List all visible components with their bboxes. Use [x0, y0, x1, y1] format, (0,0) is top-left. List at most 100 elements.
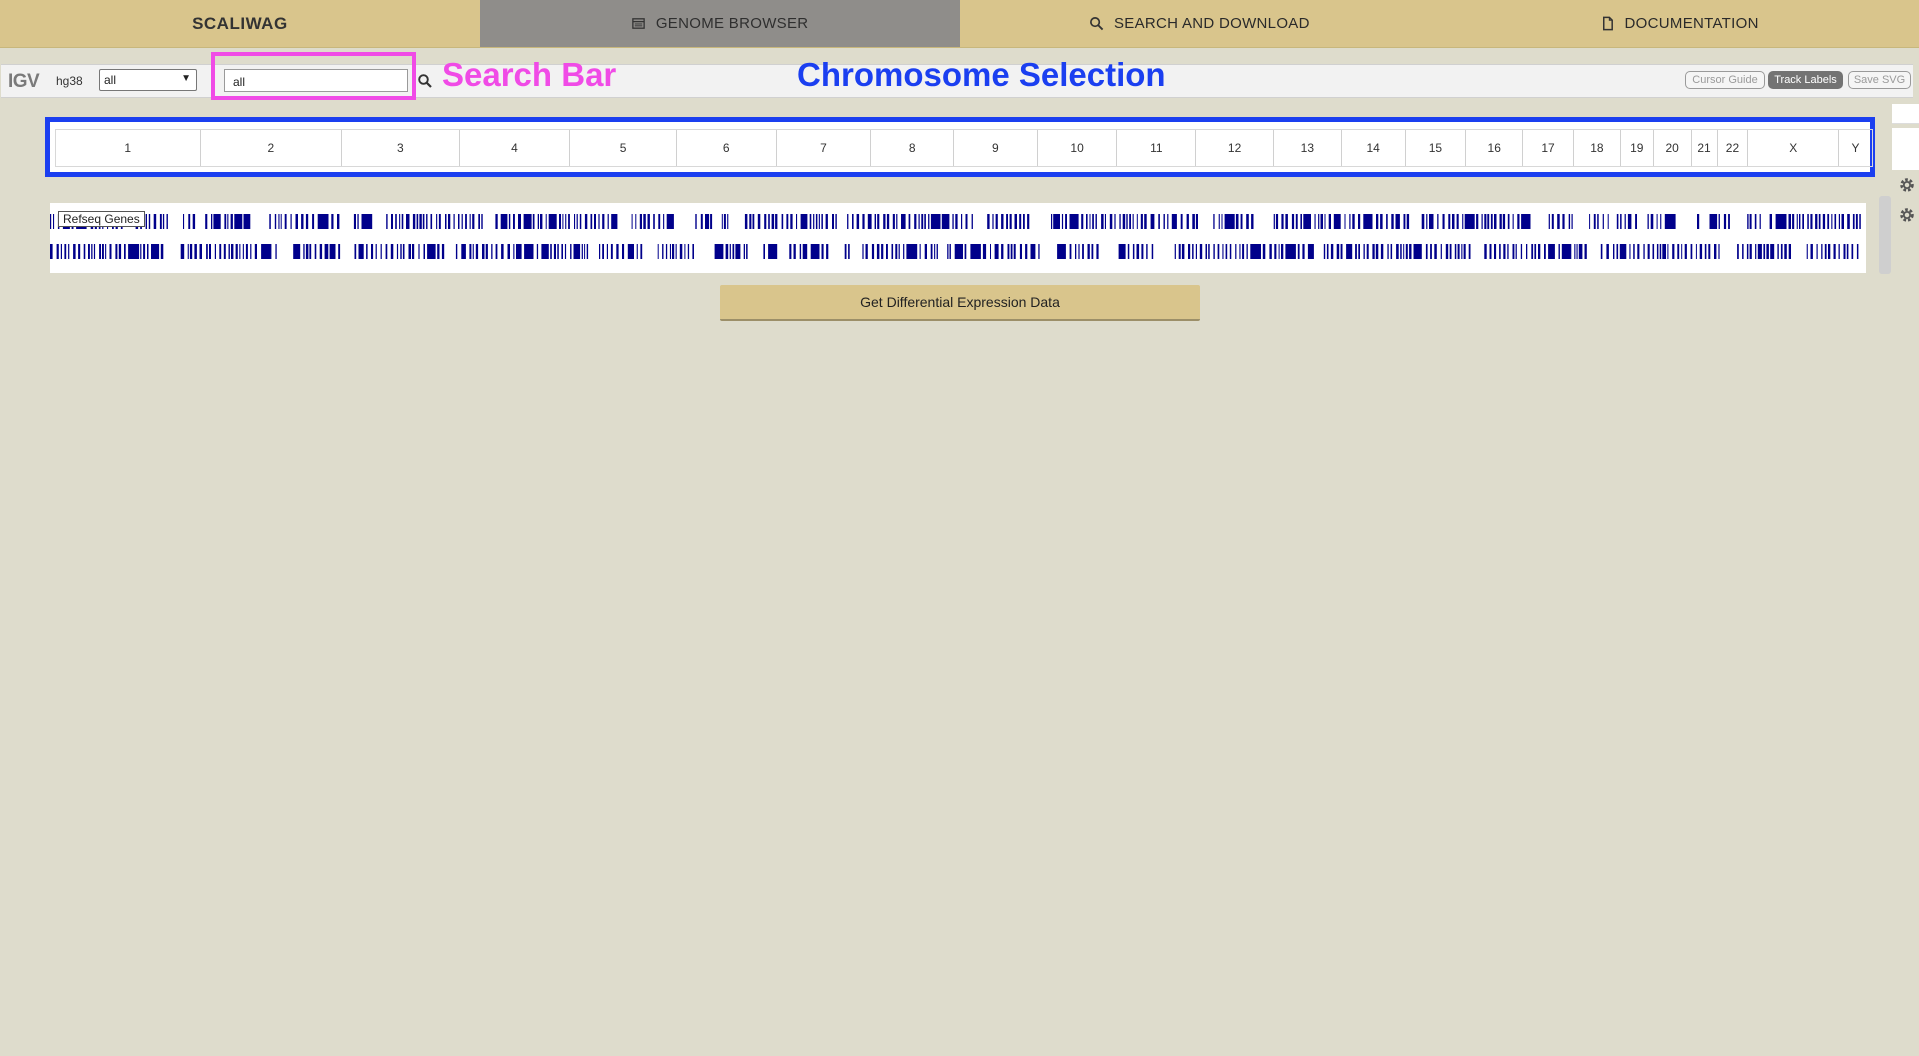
- gene-feature: [895, 244, 898, 259]
- gene-feature: [1057, 244, 1066, 259]
- gene-feature: [1437, 214, 1439, 229]
- gene-feature: [1380, 244, 1384, 259]
- gene-feature: [1320, 214, 1323, 229]
- chromosome-1[interactable]: 1: [56, 130, 201, 166]
- chromosome-7[interactable]: 7: [777, 130, 872, 166]
- gene-feature: [1454, 244, 1457, 259]
- gene-feature: [1606, 244, 1609, 259]
- document-icon: [1600, 16, 1615, 31]
- gene-feature: [430, 214, 433, 229]
- nav-documentation[interactable]: DOCUMENTATION: [1439, 0, 1919, 47]
- gear-icon[interactable]: [1898, 176, 1916, 194]
- gene-feature: [495, 214, 498, 229]
- nav-search-download[interactable]: SEARCH AND DOWNLOAD: [960, 0, 1440, 47]
- gene-feature: [964, 244, 967, 259]
- get-differential-expression-button[interactable]: Get Differential Expression Data: [720, 285, 1200, 321]
- gene-feature: [1150, 214, 1155, 229]
- gene-feature: [1297, 244, 1300, 259]
- chromosome-16[interactable]: 16: [1466, 130, 1524, 166]
- gene-feature: [1828, 244, 1831, 259]
- chromosome-4[interactable]: 4: [460, 130, 571, 166]
- track-scrollbar[interactable]: [1879, 196, 1891, 274]
- gene-feature: [961, 214, 963, 229]
- chromosome-11[interactable]: 11: [1117, 130, 1197, 166]
- gene-feature: [809, 214, 812, 229]
- chromosome-18[interactable]: 18: [1574, 130, 1621, 166]
- right-gutter-top: [1892, 104, 1919, 124]
- gene-feature: [1104, 214, 1106, 229]
- chromosome-Y[interactable]: Y: [1839, 130, 1872, 166]
- gene-feature: [1822, 214, 1826, 229]
- chromosome-3[interactable]: 3: [342, 130, 460, 166]
- gene-feature: [319, 244, 323, 259]
- gene-feature: [723, 214, 726, 229]
- chromosome-22[interactable]: 22: [1718, 130, 1749, 166]
- gene-feature: [847, 214, 849, 229]
- search-icon[interactable]: [417, 73, 433, 89]
- gene-feature: [1001, 244, 1004, 259]
- gene-feature: [657, 244, 659, 259]
- chromosome-10[interactable]: 10: [1038, 130, 1118, 166]
- gene-feature: [570, 244, 572, 259]
- gene-feature: [1561, 244, 1572, 259]
- gene-feature: [1489, 244, 1492, 259]
- gene-feature: [1151, 244, 1154, 259]
- gene-feature: [594, 214, 596, 229]
- chromosome-14[interactable]: 14: [1342, 130, 1406, 166]
- chromosome-12[interactable]: 12: [1196, 130, 1274, 166]
- search-icon: [1089, 16, 1104, 31]
- chromosome-6[interactable]: 6: [677, 130, 777, 166]
- gene-feature: [354, 244, 357, 259]
- gene-feature: [1456, 214, 1459, 229]
- chromosome-15[interactable]: 15: [1406, 130, 1467, 166]
- chromosome-17[interactable]: 17: [1523, 130, 1574, 166]
- gene-feature: [396, 244, 399, 259]
- gene-feature: [1038, 244, 1040, 259]
- brand-logo[interactable]: SCALIWAG: [0, 0, 480, 47]
- gene-feature: [1340, 244, 1343, 259]
- search-bar-annotation: Search Bar: [442, 56, 617, 93]
- gene-feature: [541, 244, 549, 259]
- nav-documentation-label: DOCUMENTATION: [1624, 15, 1759, 32]
- chromosome-19[interactable]: 19: [1621, 130, 1654, 166]
- gene-feature: [60, 244, 62, 259]
- chromosome-8[interactable]: 8: [871, 130, 955, 166]
- chromosome-13[interactable]: 13: [1274, 130, 1342, 166]
- gene-feature: [790, 214, 793, 229]
- gene-feature: [1714, 244, 1717, 259]
- gene-feature: [1274, 244, 1277, 259]
- gene-feature: [481, 214, 483, 229]
- refseq-genes-track[interactable]: [50, 203, 1866, 273]
- gene-feature: [1429, 214, 1434, 229]
- gene-feature: [584, 214, 588, 229]
- track-labels-button[interactable]: Track Labels: [1768, 71, 1843, 89]
- gene-feature: [309, 244, 312, 259]
- gene-feature: [1548, 244, 1555, 259]
- save-svg-button[interactable]: Save SVG: [1848, 71, 1911, 89]
- nav-genome-browser[interactable]: GENOME BROWSER: [479, 0, 960, 47]
- locus-search-input[interactable]: all: [224, 69, 408, 92]
- gene-feature: [752, 214, 755, 229]
- chromosome-2[interactable]: 2: [201, 130, 343, 166]
- gene-feature: [586, 244, 589, 259]
- chromosome-5[interactable]: 5: [570, 130, 677, 166]
- chromosome-9[interactable]: 9: [954, 130, 1038, 166]
- gene-feature: [1295, 214, 1298, 229]
- gene-feature: [437, 244, 440, 259]
- gene-feature: [305, 214, 309, 229]
- gene-feature: [1652, 244, 1655, 259]
- gene-feature: [1548, 214, 1550, 229]
- gene-feature: [194, 244, 197, 259]
- chromosome-X[interactable]: X: [1748, 130, 1840, 166]
- nav-genome-browser-label: GENOME BROWSER: [655, 15, 809, 32]
- gene-feature: [472, 214, 475, 229]
- gene-feature: [1656, 214, 1658, 229]
- chromosome-20[interactable]: 20: [1654, 130, 1692, 166]
- gear-icon[interactable]: [1898, 206, 1916, 224]
- gene-feature: [1246, 214, 1249, 229]
- cursor-guide-button[interactable]: Cursor Guide: [1685, 71, 1765, 89]
- gene-feature: [768, 214, 770, 229]
- gene-feature: [1303, 214, 1311, 229]
- chromosome-21[interactable]: 21: [1692, 130, 1718, 166]
- chromosome-select[interactable]: all ▼: [99, 69, 197, 91]
